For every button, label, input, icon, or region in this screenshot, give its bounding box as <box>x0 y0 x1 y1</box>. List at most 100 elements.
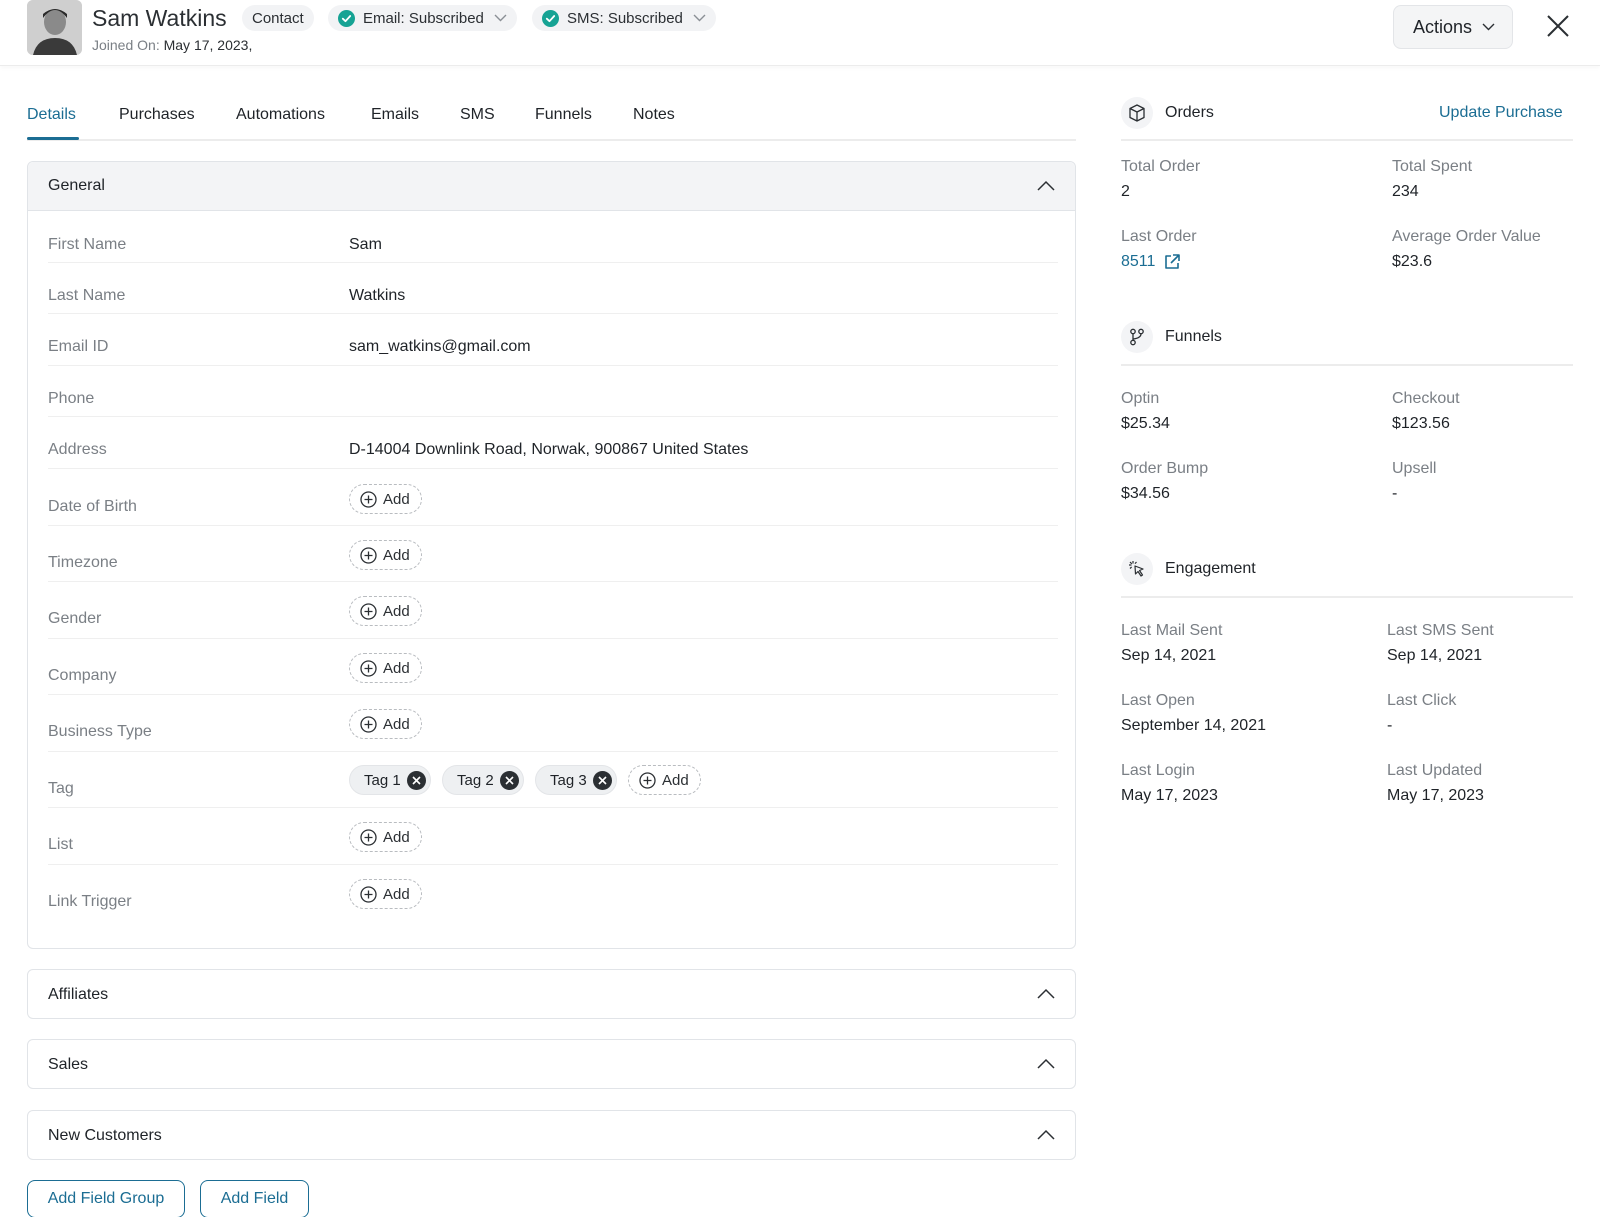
add-button[interactable]: Add <box>349 879 422 909</box>
order-bump-label: Order Bump <box>1121 460 1209 477</box>
order-bump-value: $34.56 <box>1121 485 1170 502</box>
joined-date: Joined On: May 17, 2023, <box>92 37 252 53</box>
add-button[interactable]: Add <box>349 709 422 739</box>
field-label: Tag <box>48 780 74 797</box>
general-field-group: General First Name Sam Last Name Watkins… <box>27 161 1076 949</box>
tab-purchases[interactable]: Purchases <box>119 106 195 124</box>
chevron-up-icon <box>1037 180 1055 191</box>
last-login-value: May 17, 2023 <box>1121 787 1218 804</box>
last-open-label: Last Open <box>1121 692 1195 709</box>
add-tag-button[interactable]: Add <box>628 765 701 795</box>
actions-label: Actions <box>1413 16 1473 37</box>
last-open-value: September 14, 2021 <box>1121 717 1266 734</box>
actions-button[interactable]: Actions <box>1393 5 1513 49</box>
field-row-timezone: Timezone Add <box>48 526 1058 582</box>
tab-notes[interactable]: Notes <box>633 106 675 124</box>
add-label: Add <box>383 828 410 846</box>
plus-circle-icon <box>639 771 656 789</box>
aov-value: $23.6 <box>1392 253 1433 270</box>
last-sms-value: Sep 14, 2021 <box>1387 647 1483 664</box>
aov-label: Average Order Value <box>1392 228 1541 245</box>
sms-status-dropdown[interactable]: SMS: Subscribed <box>532 5 716 31</box>
last-order-label: Last Order <box>1121 228 1197 245</box>
add-label: Add <box>383 885 410 903</box>
funnels-divider <box>1121 364 1573 366</box>
field-row-phone: Phone <box>48 366 1058 417</box>
tab-funnels[interactable]: Funnels <box>535 106 592 124</box>
tag-chip: Tag 1 <box>349 765 431 795</box>
field-row-business-type: Business Type Add <box>48 695 1058 752</box>
plus-circle-icon <box>360 602 377 620</box>
new-customers-field-group[interactable]: New Customers <box>27 1110 1076 1160</box>
tab-emails[interactable]: Emails <box>371 106 419 124</box>
field-value[interactable]: Sam <box>349 236 382 254</box>
add-label: Add <box>383 659 410 677</box>
check-badge-icon <box>338 9 355 27</box>
plus-circle-icon <box>360 546 377 564</box>
sms-status-label: SMS: Subscribed <box>567 9 683 27</box>
last-order-value: 8511 <box>1121 253 1156 270</box>
group-title: Affiliates <box>48 985 109 1003</box>
email-status-label: Email: Subscribed <box>363 9 484 27</box>
field-label: Address <box>48 441 107 458</box>
new-customers-header[interactable]: New Customers <box>28 1111 1075 1160</box>
affiliates-header[interactable]: Affiliates <box>28 970 1075 1019</box>
optin-value: $25.34 <box>1121 415 1170 432</box>
add-label: Add <box>383 490 410 508</box>
add-field-group-button[interactable]: Add Field Group <box>27 1180 185 1217</box>
general-header[interactable]: General <box>28 162 1075 211</box>
active-tab-indicator <box>27 137 79 140</box>
field-label: Timezone <box>48 554 118 571</box>
update-purchase-link[interactable]: Update Purchase <box>1439 104 1563 122</box>
add-field-button[interactable]: Add Field <box>200 1180 309 1217</box>
orders-divider <box>1121 139 1573 141</box>
tag-label: Tag 2 <box>457 771 494 789</box>
total-spent-value: 234 <box>1392 183 1419 200</box>
field-row-first-name: First Name Sam <box>48 212 1058 263</box>
affiliates-field-group[interactable]: Affiliates <box>27 969 1076 1019</box>
joined-label: Joined On: <box>92 37 160 53</box>
add-button[interactable]: Add <box>349 484 422 514</box>
chevron-up-icon <box>1037 1058 1055 1069</box>
last-click-value: - <box>1387 717 1393 734</box>
tab-sms[interactable]: SMS <box>460 106 495 124</box>
branch-icon <box>1121 321 1153 353</box>
upsell-label: Upsell <box>1392 460 1437 477</box>
field-row-last-name: Last Name Watkins <box>48 263 1058 314</box>
upsell-value: - <box>1392 485 1398 502</box>
field-row-list: List Add <box>48 808 1058 865</box>
sales-field-group[interactable]: Sales <box>27 1039 1076 1089</box>
tab-details[interactable]: Details <box>27 106 76 124</box>
add-button[interactable]: Add <box>349 822 422 852</box>
total-order-value: 2 <box>1121 183 1130 200</box>
field-row-email: Email ID sam_watkins@gmail.com <box>48 314 1058 366</box>
plus-circle-icon <box>360 659 377 677</box>
remove-tag-icon[interactable] <box>406 770 426 790</box>
add-button[interactable]: Add <box>349 596 422 626</box>
field-value[interactable]: sam_watkins@gmail.com <box>349 338 531 356</box>
field-label: Gender <box>48 610 102 627</box>
field-value[interactable]: D-14004 Downlink Road, Norwak, 900867 Un… <box>349 441 748 459</box>
last-updated-label: Last Updated <box>1387 762 1483 779</box>
plus-circle-icon <box>360 490 377 508</box>
close-icon[interactable] <box>1546 14 1570 38</box>
last-sms-label: Last SMS Sent <box>1387 622 1494 639</box>
remove-tag-icon[interactable] <box>499 770 519 790</box>
field-row-gender: Gender Add <box>48 582 1058 639</box>
email-status-dropdown[interactable]: Email: Subscribed <box>328 5 517 31</box>
add-label: Add <box>662 771 689 789</box>
field-value[interactable]: Watkins <box>349 287 405 305</box>
tab-automations[interactable]: Automations <box>236 106 325 124</box>
plus-circle-icon <box>360 715 377 733</box>
field-label: Email ID <box>48 338 109 355</box>
field-label: Company <box>48 667 117 684</box>
chevron-down-icon <box>1482 23 1495 31</box>
add-button[interactable]: Add <box>349 540 422 570</box>
chevron-up-icon <box>1037 988 1055 999</box>
engagement-divider <box>1121 596 1573 598</box>
add-button[interactable]: Add <box>349 653 422 683</box>
remove-tag-icon[interactable] <box>592 770 612 790</box>
last-login-label: Last Login <box>1121 762 1195 779</box>
last-order-link[interactable]: 8511 <box>1121 253 1181 271</box>
sales-header[interactable]: Sales <box>28 1040 1075 1089</box>
